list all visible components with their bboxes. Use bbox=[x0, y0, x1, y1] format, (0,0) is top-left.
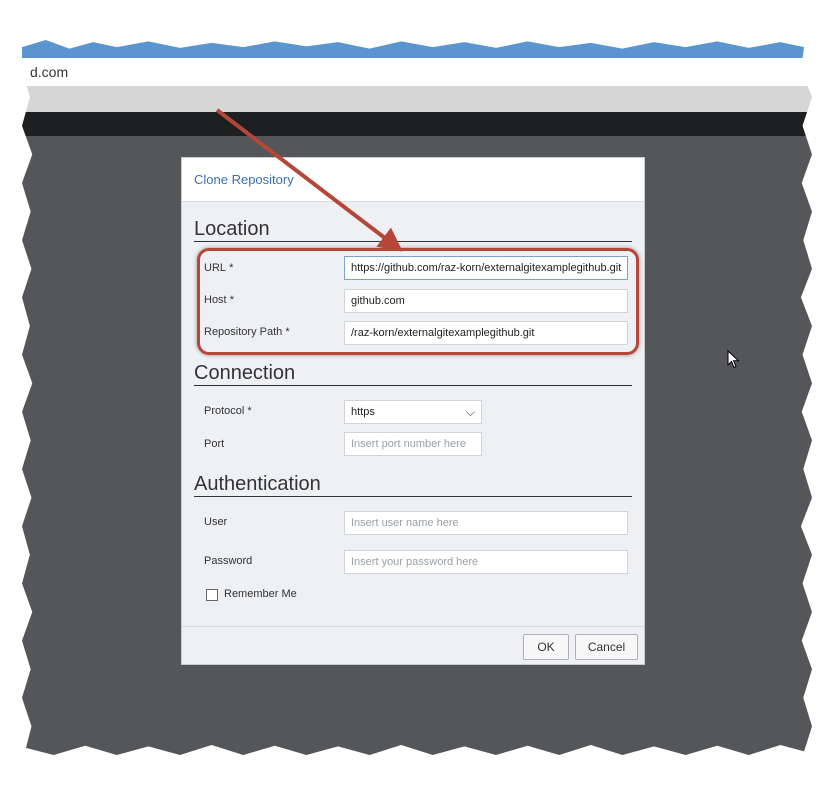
annotation-arrow-icon bbox=[215, 108, 403, 252]
mouse-cursor-icon bbox=[727, 350, 740, 369]
